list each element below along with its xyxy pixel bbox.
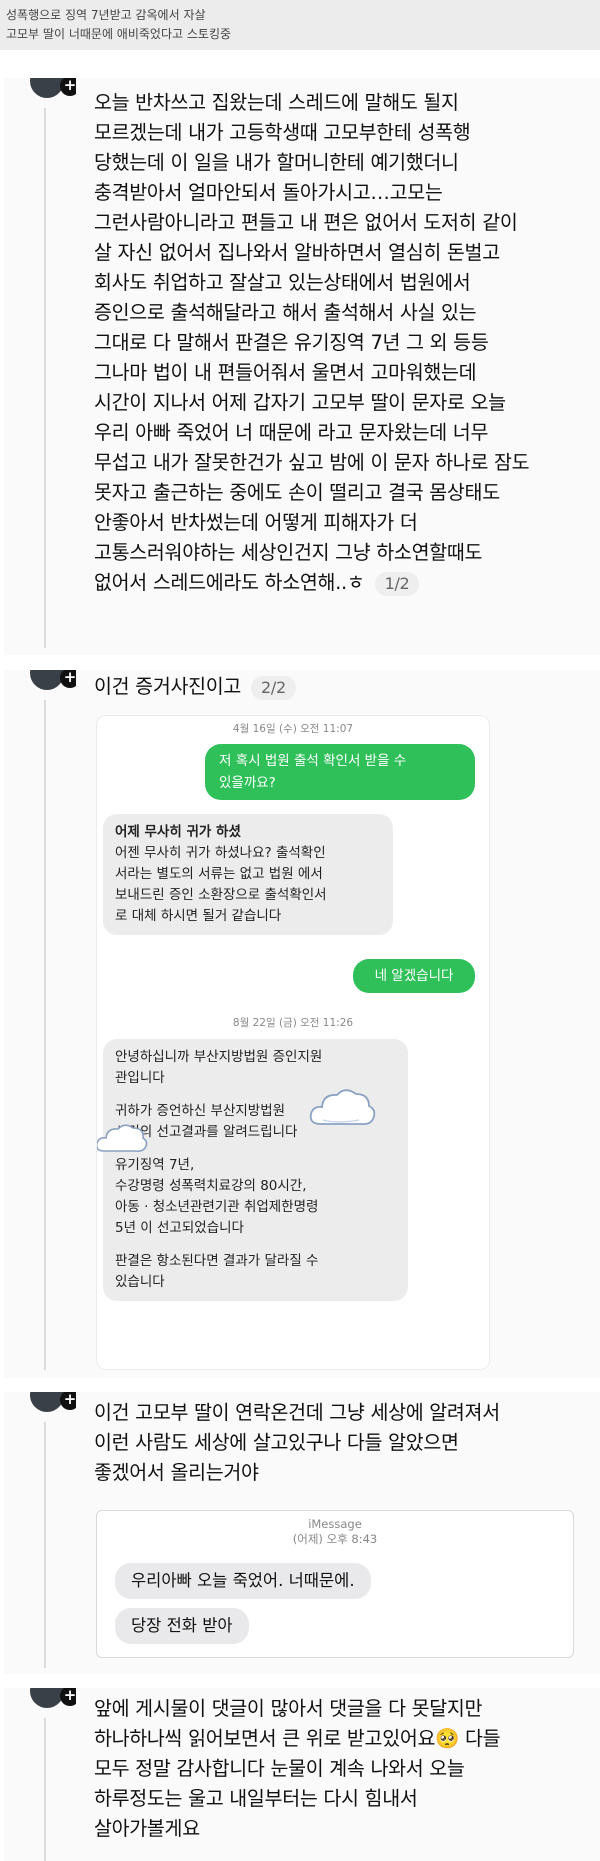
message-line: 아동 · 청소년관련기관 취업제한명령	[115, 1199, 319, 1215]
sent-message-bubble: 네 알겠습니다	[353, 959, 475, 993]
post-text-line: 이런 사람도 세상에 살고있구나 다들 알았으면	[94, 1431, 459, 1454]
post-text-line: 증인으로 출석해달라고 해서 출석해서 사실 있는	[94, 301, 477, 324]
post-1-text: 오늘 반차쓰고 집왔는데 스레드에 말해도 될지 모르겠는데 내가 고등학생때 …	[94, 88, 530, 598]
message-line: 수강명령 성폭력치료강의 80시간,	[115, 1178, 307, 1194]
post-text-line: 하루정도는 울고 내일부터는 다시 힘내서	[94, 1787, 418, 1810]
title-line-2: 고모부 딸이 너때문에 애비죽었다고 스토킹중	[6, 27, 232, 41]
message-line: 보내드린 증인 소환장으로 출석확인서	[115, 887, 327, 903]
post-text-line: 살아가볼게요	[94, 1817, 200, 1840]
post-text-line: 안좋아서 반차썼는데 어떻게 피해자가 더	[94, 511, 418, 534]
post-text-line: 시간이 지나서 어제 갑자기 고모부 딸이 문자로 오늘	[94, 391, 506, 414]
post-text-line: 회사도 취업하고 잘살고 있는상태에서 법원에서	[94, 271, 471, 294]
avatar-image	[30, 670, 64, 690]
cloud-sticker-icon	[309, 1089, 376, 1126]
post-separator	[0, 658, 600, 670]
post-text-line: 모르겠는데 내가 고등학생때 고모부한테 성폭행	[94, 121, 471, 144]
post-2-line: 이건 증거사진이고	[94, 675, 242, 698]
post-text-line: 무섭고 내가 잘못한건가 싶고 밤에 이 문자 하나로 잠도	[94, 451, 530, 474]
thread-line	[44, 1718, 46, 1861]
title-header: 성폭행으로 징역 7년받고 감옥에서 자살 고모부 딸이 너때문에 애비죽었다고…	[0, 0, 600, 50]
post-text-line: 이건 고모부 딸이 연락온건데 그냥 세상에 알려져서	[94, 1401, 500, 1424]
message-line: 저 혹시 법원 출석 확인서 받을 수	[219, 753, 407, 769]
post-separator	[0, 1380, 600, 1392]
post-text-line: 없어서 스레드에라도 하소연해..ㅎ 1/2	[94, 568, 529, 598]
message-line: 네 알겠습니다	[374, 968, 454, 984]
message-line: 서라는 별도의 서류는 없고 법원 에서	[115, 866, 323, 882]
post-text-line: 이건 증거사진이고 2/2	[94, 672, 296, 702]
avatar[interactable]: +	[26, 1392, 76, 1414]
thread-line	[44, 108, 46, 648]
imessage-label: iMessage	[308, 1517, 362, 1531]
imessage-time: (어제) 오후 8:43	[292, 1532, 378, 1546]
message-line: 5년 이 선고되었습니다	[115, 1220, 244, 1236]
post-text-line: 당했는데 이 일을 내가 할머니한테 예기했더니	[94, 151, 459, 174]
follow-plus-icon[interactable]: +	[60, 1392, 76, 1410]
post-text-line: 모두 정말 감사합니다 눈물이 계속 나와서 오늘	[94, 1757, 465, 1780]
message-date: 8월 22일 (금) 오전 11:26	[232, 1017, 354, 1029]
message-line: 로 대체 하시면 될거 같습니다	[115, 908, 282, 924]
post-text-line: 살 자신 없어서 집나와서 알바하면서 열심히 돈벌고	[94, 241, 500, 264]
post-text-line: 오늘 반차쓰고 집왔는데 스레드에 말해도 될지	[94, 91, 459, 114]
message-line: 있습니다	[115, 1274, 165, 1290]
avatar[interactable]: +	[26, 1688, 76, 1710]
post-text-last-line: 없어서 스레드에라도 하소연해..ㅎ	[94, 571, 365, 594]
post-text-line: 고통스러워야하는 세상인건지 그냥 하소연할때도	[94, 541, 483, 564]
received-message-bubble: 당장 전화 받아	[115, 1608, 249, 1644]
post-text-line: 그나마 법이 내 편들어줘서 울면서 고마워했는데	[94, 361, 477, 384]
sent-message-bubble: 저 혹시 법원 출석 확인서 받을 수 있을까요?	[205, 744, 475, 800]
post-4-text: 앞에 게시물이 댓글이 많아서 댓글을 다 못달지만 하나하나씩 읽어보면서 큰…	[94, 1694, 501, 1844]
evidence-screenshot[interactable]: 4월 16일 (수) 오전 11:07 저 혹시 법원 출석 확인서 받을 수 …	[96, 715, 490, 1370]
imessage-screenshot[interactable]: iMessage (어제) 오후 8:43 우리아빠 오늘 죽었어. 너때문에.…	[96, 1510, 574, 1658]
message-date: 4월 16일 (수) 오전 11:07	[232, 723, 354, 735]
avatar[interactable]: +	[26, 78, 76, 100]
message-line: 유기징역 7년,	[115, 1157, 195, 1173]
received-message-bubble: 안녕하십니까 부산지방법원 증인지원 관입니다 귀하가 증언하신 부산지방법원 …	[103, 1039, 408, 1301]
message-line: 있을까요?	[219, 775, 276, 791]
cloud-sticker-icon	[97, 1124, 148, 1152]
post-text-line: 충격받아서 얼마안되서 돌아가시고…고모는	[94, 181, 443, 204]
message-line: 안녕하십니까 부산지방법원 증인지원	[115, 1049, 323, 1065]
avatar[interactable]: +	[26, 670, 76, 692]
page-counter: 1/2	[374, 571, 420, 596]
follow-plus-icon[interactable]: +	[60, 78, 76, 96]
received-message-bubble: 우리아빠 오늘 죽었어. 너때문에.	[115, 1563, 371, 1599]
post-2-text: 이건 증거사진이고 2/2	[94, 672, 296, 702]
post-text-line: 그런사람아니라고 편들고 내 편은 없어서 도저히 같이	[94, 211, 518, 234]
follow-plus-icon[interactable]: +	[60, 670, 76, 688]
post-text-line: 그대로 다 말해서 판결은 유기징역 7년 그 외 등등	[94, 331, 489, 354]
message-line: 판결은 항소된다면 결과가 달라질 수	[115, 1253, 319, 1269]
received-message-bubble: 어제 무사히 귀가 하셨 어젠 무사히 귀가 하셨나요? 출석확인 서라는 별도…	[103, 814, 393, 935]
thread-line	[44, 1422, 46, 1668]
post-text-line: 앞에 게시물이 댓글이 많아서 댓글을 다 못달지만	[94, 1697, 483, 1720]
post-text-line: 좋겠어서 올리는거야	[94, 1461, 259, 1484]
page-counter: 2/2	[251, 675, 296, 700]
message-title: 어제 무사히 귀가 하셨	[115, 824, 241, 840]
message-line: 어젠 무사히 귀가 하셨나요? 출석확인	[115, 845, 326, 861]
follow-plus-icon[interactable]: +	[60, 1688, 76, 1706]
avatar-image	[30, 78, 64, 98]
post-text-line: 우리 아빠 죽었어 너 때문에 라고 문자왔는데 너무	[94, 421, 489, 444]
thread-line	[44, 700, 46, 1370]
title-line-1: 성폭행으로 징역 7년받고 감옥에서 자살	[6, 8, 206, 22]
post-3-text: 이건 고모부 딸이 연락온건데 그냥 세상에 알려져서 이런 사람도 세상에 살…	[94, 1398, 500, 1488]
avatar-image	[30, 1392, 64, 1412]
post-text-line: 하나하나씩 읽어보면서 큰 위로 받고있어요🥺 다들	[94, 1727, 501, 1750]
post-text-line: 못자고 출근하는 중에도 손이 떨리고 결국 몸상태도	[94, 481, 500, 504]
avatar-image	[30, 1688, 64, 1708]
